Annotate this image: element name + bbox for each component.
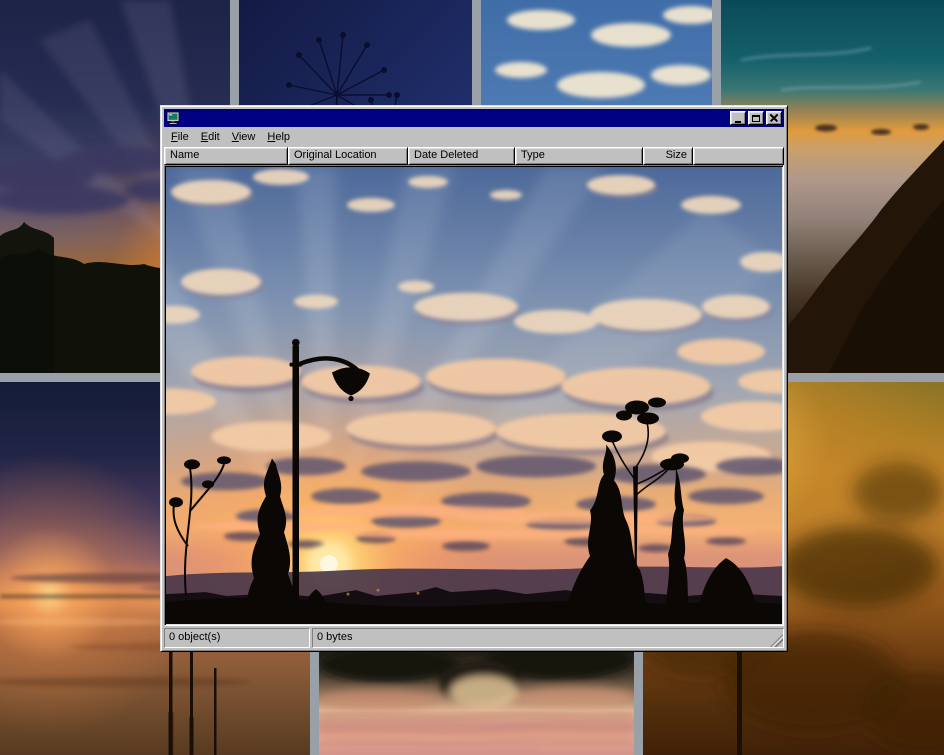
column-header-blank [693,147,784,165]
minimize-icon [735,121,741,123]
status-bytes: 0 bytes [312,628,784,648]
column-header-original-location[interactable]: Original Location [288,147,408,165]
minimize-button[interactable] [730,111,746,125]
menu-bar: File Edit View Help [164,127,784,147]
status-bar: 0 object(s) 0 bytes [164,626,784,648]
menu-file[interactable]: File [165,129,195,146]
recycle-bin-window: File Edit View Help Name Original Locati… [160,105,788,652]
street-lamp-sunset-photo [166,167,782,624]
resize-grip[interactable] [770,634,783,647]
status-objects: 0 object(s) [164,628,310,648]
list-view[interactable] [164,165,784,626]
computer-icon [166,112,180,125]
list-column-headers: Name Original Location Date Deleted Type… [164,147,784,165]
close-icon [770,115,778,122]
maximize-icon [752,115,760,122]
column-header-size[interactable]: Size [643,147,693,165]
menu-view[interactable]: View [226,129,262,146]
column-header-name[interactable]: Name [164,147,288,165]
menu-help[interactable]: Help [261,129,296,146]
column-header-type[interactable]: Type [515,147,643,165]
column-header-date-deleted[interactable]: Date Deleted [408,147,515,165]
menu-edit[interactable]: Edit [195,129,226,146]
maximize-button[interactable] [748,111,764,125]
window-titlebar[interactable] [164,109,784,127]
close-button[interactable] [766,111,782,125]
